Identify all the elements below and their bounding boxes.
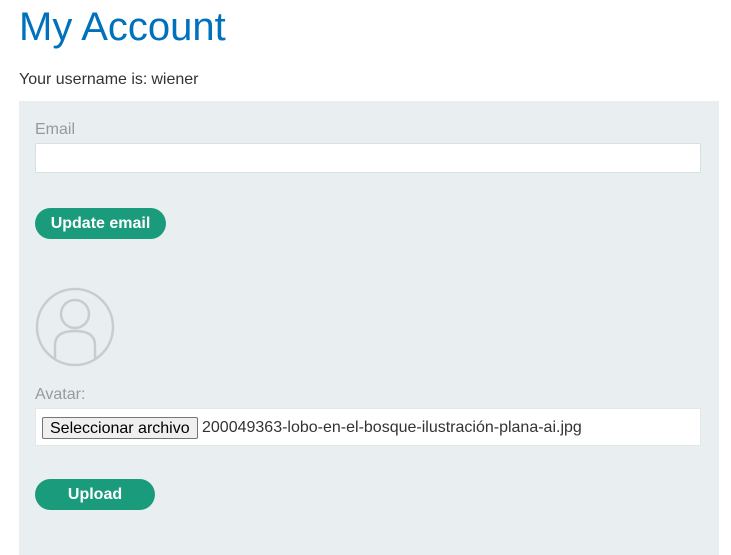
email-input[interactable] — [35, 143, 701, 173]
user-placeholder-icon — [35, 287, 115, 367]
username-value: wiener — [151, 71, 199, 88]
email-label: Email — [35, 121, 76, 138]
page-title: My Account — [19, 5, 226, 49]
choose-file-button[interactable]: Seleccionar archivo — [42, 417, 198, 439]
account-form-panel: Email Update email Avatar: Seleccionar a… — [19, 101, 719, 555]
update-email-button[interactable]: Update email — [35, 208, 166, 239]
username-label: Your username is: — [19, 71, 148, 88]
username-line: Your username is: wiener — [19, 70, 199, 90]
selected-file-name: 200049363-lobo-en-el-bosque-ilustración-… — [202, 419, 582, 436]
avatar-file-input[interactable]: Seleccionar archivo 200049363-lobo-en-el… — [35, 408, 701, 446]
upload-button[interactable]: Upload — [35, 479, 155, 510]
avatar-label: Avatar: — [35, 386, 86, 403]
account-page: My Account Your username is: wiener Email… — [0, 0, 731, 555]
